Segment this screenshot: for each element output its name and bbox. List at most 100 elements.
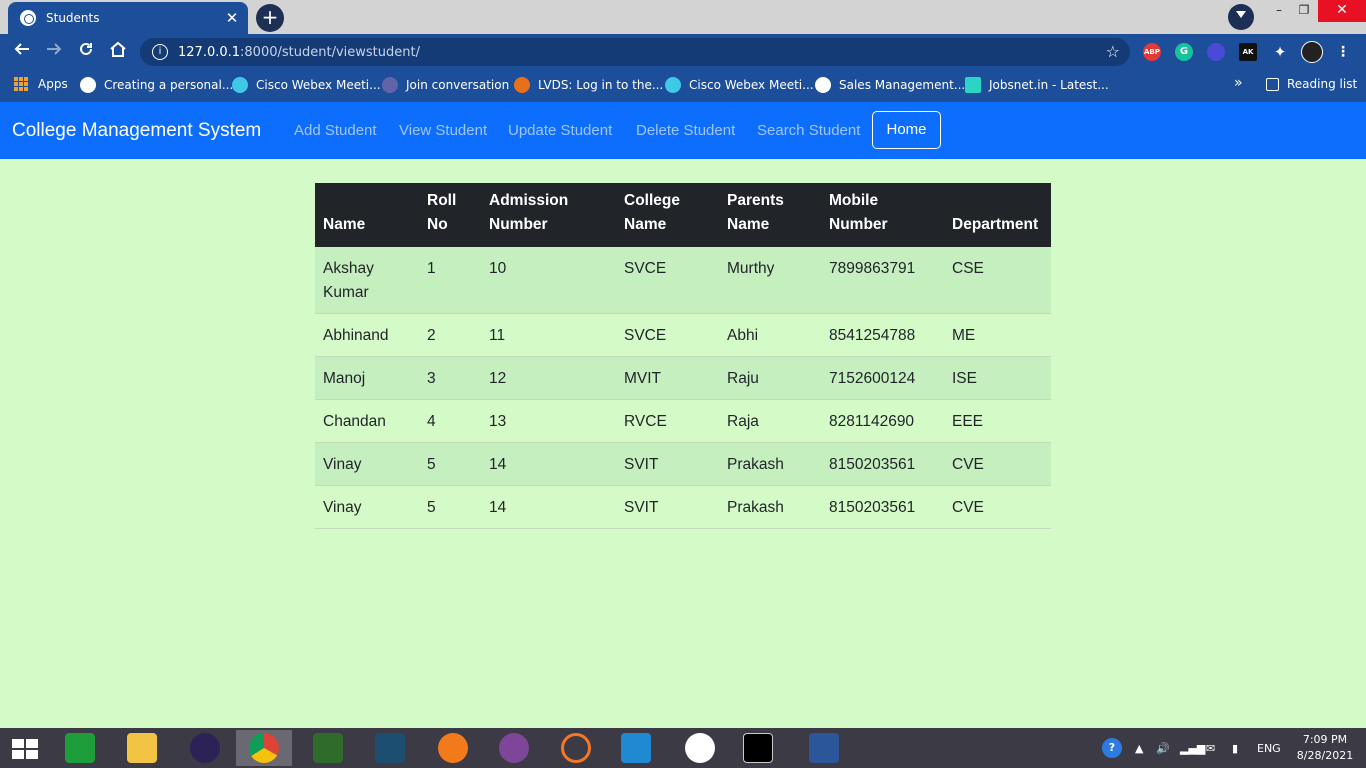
column-header: Mobile Number: [829, 192, 888, 233]
clock-date: 8/28/2021: [1296, 749, 1354, 762]
taskbar-store[interactable]: [52, 730, 108, 766]
table-cell: 8281142690: [821, 399, 944, 443]
nav-search-student[interactable]: Search Student: [757, 122, 860, 139]
table-cell: Prakash: [719, 485, 821, 529]
navbar-brand[interactable]: College Management System: [12, 120, 261, 142]
help-icon[interactable]: ?: [1102, 728, 1122, 768]
clock[interactable]: 7:09 PM 8/28/2021: [1290, 732, 1360, 764]
nav-update-student[interactable]: Update Student: [508, 122, 612, 139]
table-cell: MVIT: [616, 356, 719, 400]
column-header: Roll No: [427, 192, 457, 233]
table-cell: 2: [419, 313, 481, 357]
notification-icon[interactable]: ✉: [1206, 728, 1215, 768]
taskbar-file-explorer[interactable]: [114, 730, 170, 766]
extension-gear-icon[interactable]: [1207, 43, 1225, 61]
table-cell: 12: [481, 356, 616, 400]
table-cell: Abhinand: [315, 313, 419, 357]
bookmark-item[interactable]: Join conversation: [382, 77, 509, 93]
nav-add-student[interactable]: Add Student: [294, 122, 377, 139]
battery-icon[interactable]: ▮: [1232, 728, 1238, 768]
new-tab-button[interactable]: +: [256, 4, 284, 32]
terminal-icon: [743, 733, 773, 763]
table-cell: 14: [481, 442, 616, 486]
bookmark-star-icon[interactable]: ☆: [1106, 42, 1120, 61]
jupyter-icon: [561, 733, 591, 763]
url-text: 127.0.0.1:8000/student/viewstudent/: [178, 44, 420, 60]
taskbar-jupyter[interactable]: [548, 730, 604, 766]
network-icon[interactable]: ▂▄▆: [1180, 728, 1205, 768]
language-indicator[interactable]: ENG: [1257, 728, 1281, 768]
eclipse-icon: [190, 733, 220, 763]
adblock-icon[interactable]: ABP: [1143, 43, 1161, 61]
table-cell: CSE: [944, 247, 1051, 314]
bookmark-item[interactable]: Cisco Webex Meeti...: [232, 77, 381, 93]
vscode-icon: [621, 733, 651, 763]
taskbar-tor[interactable]: [486, 730, 542, 766]
grammarly-icon[interactable]: G: [1175, 43, 1193, 61]
bookmark-item[interactable]: LVDS: Log in to the...: [514, 77, 663, 93]
column-header: Parents Name: [727, 192, 784, 233]
table-cell: 8150203561: [821, 442, 944, 486]
table-row: Vinay 5 14 SVIT Prakash 8150203561 CVE: [315, 485, 1051, 529]
mysql-icon: [375, 733, 405, 763]
taskbar-gta[interactable]: [300, 730, 356, 766]
table-header-row: Name Roll No Admission Number College Name Pare…: [315, 183, 1051, 247]
taskbar-mysql-workbench[interactable]: [362, 730, 418, 766]
bookmarks-overflow-button[interactable]: »: [1234, 75, 1243, 91]
forward-arrow-icon[interactable]: [42, 40, 66, 64]
bookmark-apps[interactable]: Apps: [14, 77, 68, 91]
back-arrow-icon[interactable]: [10, 40, 34, 64]
table-cell: 8150203561: [821, 485, 944, 529]
firefox-icon: [438, 733, 468, 763]
students-table: Name Roll No Admission Number College Name Pare…: [315, 183, 1051, 529]
table-cell: 5: [419, 485, 481, 529]
taskbar-cmd[interactable]: [730, 730, 786, 766]
reload-icon[interactable]: [74, 40, 98, 64]
globe-icon: [20, 10, 36, 26]
taskbar-vscode[interactable]: [608, 730, 664, 766]
column-header: Admission Number: [489, 192, 569, 233]
table-cell: 7152600124: [821, 356, 944, 400]
reading-list-button[interactable]: Reading list: [1266, 77, 1357, 91]
tab-close-icon[interactable]: ✕: [224, 10, 240, 26]
home-icon[interactable]: [106, 40, 130, 64]
table-cell: RVCE: [616, 399, 719, 443]
table-row: Abhinand 2 11 SVCE Abhi 8541254788 ME: [315, 313, 1051, 357]
taskbar-chrome[interactable]: [236, 730, 292, 766]
address-bar[interactable]: i 127.0.0.1:8000/student/viewstudent/ ☆: [140, 38, 1130, 66]
table-cell: 8541254788: [821, 313, 944, 357]
bookmark-item[interactable]: Creating a personal...: [80, 77, 233, 93]
table-row: Chandan 4 13 RVCE Raja 8281142690 EEE: [315, 399, 1051, 443]
nav-view-student[interactable]: View Student: [399, 122, 487, 139]
bookmark-item[interactable]: Sales Management...: [815, 77, 965, 93]
nav-delete-student[interactable]: Delete Student: [636, 122, 735, 139]
taskbar-word[interactable]: [796, 730, 852, 766]
table-cell: 7899863791: [821, 247, 944, 314]
tab-search-icon[interactable]: [1228, 4, 1254, 30]
table-cell: 10: [481, 247, 616, 314]
close-window-button[interactable]: ✕: [1318, 0, 1366, 22]
home-button[interactable]: Home: [872, 111, 941, 149]
column-header: College Name: [624, 192, 680, 233]
table-cell: SVCE: [616, 313, 719, 357]
tray-chevron-icon[interactable]: ▲: [1135, 728, 1143, 768]
taskbar-firefox[interactable]: [425, 730, 481, 766]
profile-avatar[interactable]: [1301, 41, 1323, 63]
table-row: Vinay 5 14 SVIT Prakash 8150203561 CVE: [315, 442, 1051, 486]
tab-students[interactable]: Students ✕: [8, 2, 248, 34]
extensions-puzzle-icon[interactable]: ✦: [1271, 43, 1289, 61]
table-cell: 5: [419, 442, 481, 486]
site-info-icon[interactable]: i: [152, 44, 168, 60]
menu-dots-icon[interactable]: ⋮: [1334, 43, 1352, 61]
bookmark-item[interactable]: Jobsnet.in - Latest...: [965, 77, 1109, 93]
volume-icon[interactable]: 🔊: [1156, 728, 1170, 768]
column-header: Department: [952, 216, 1039, 233]
windows-start-icon[interactable]: [12, 739, 38, 759]
table-cell: Manoj: [315, 356, 419, 400]
bookmark-item[interactable]: Cisco Webex Meeti...: [665, 77, 814, 93]
hp-icon: [685, 733, 715, 763]
taskbar-hp[interactable]: [672, 730, 728, 766]
ak-extension-icon[interactable]: AK: [1239, 43, 1257, 61]
taskbar-eclipse[interactable]: [177, 730, 233, 766]
table-row: Akshay Kumar 1 10 SVCE Murthy 7899863791 CSE: [315, 247, 1051, 314]
